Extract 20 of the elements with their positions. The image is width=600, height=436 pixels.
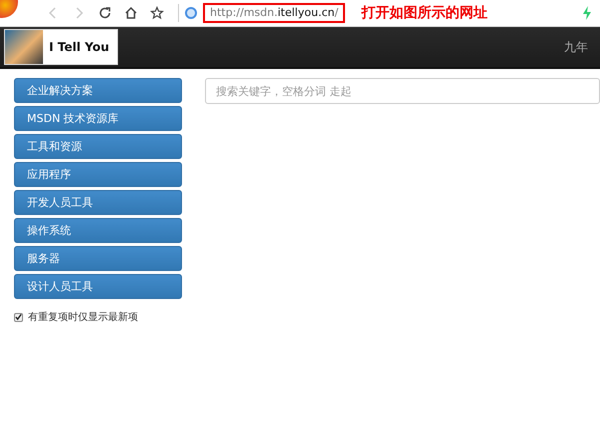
search-field[interactable]: 搜索关键字，空格分词 走起 <box>205 78 600 104</box>
home-icon[interactable] <box>124 6 138 20</box>
annotation-text: 打开如图所示的网址 <box>361 4 488 22</box>
sidebar-item[interactable]: 开发人员工具 <box>14 190 182 215</box>
checkbox[interactable] <box>14 312 23 322</box>
sidebar-item[interactable]: 操作系统 <box>14 218 182 243</box>
reload-icon[interactable] <box>98 6 112 20</box>
brand-name: I Tell You <box>48 39 110 56</box>
header-tagline: 九年 <box>564 38 588 56</box>
sidebar-item[interactable]: 设计人员工具 <box>14 274 182 299</box>
star-icon[interactable] <box>150 6 164 20</box>
checkbox-label: 有重复项时仅显示最新项 <box>28 310 138 324</box>
sidebar-item[interactable]: MSDN 技术资源库 <box>14 106 182 131</box>
sidebar-item[interactable]: 工具和资源 <box>14 134 182 159</box>
sidebar-item[interactable]: 应用程序 <box>14 162 182 187</box>
photo-placeholder <box>5 30 43 64</box>
site-logo[interactable]: I Tell You <box>4 29 118 65</box>
sidebar-item[interactable]: 服务器 <box>14 246 182 271</box>
sidebar-item[interactable]: 企业解决方案 <box>14 78 182 103</box>
address-field[interactable]: http://msdn.itellyou.cn/ <box>203 3 346 23</box>
